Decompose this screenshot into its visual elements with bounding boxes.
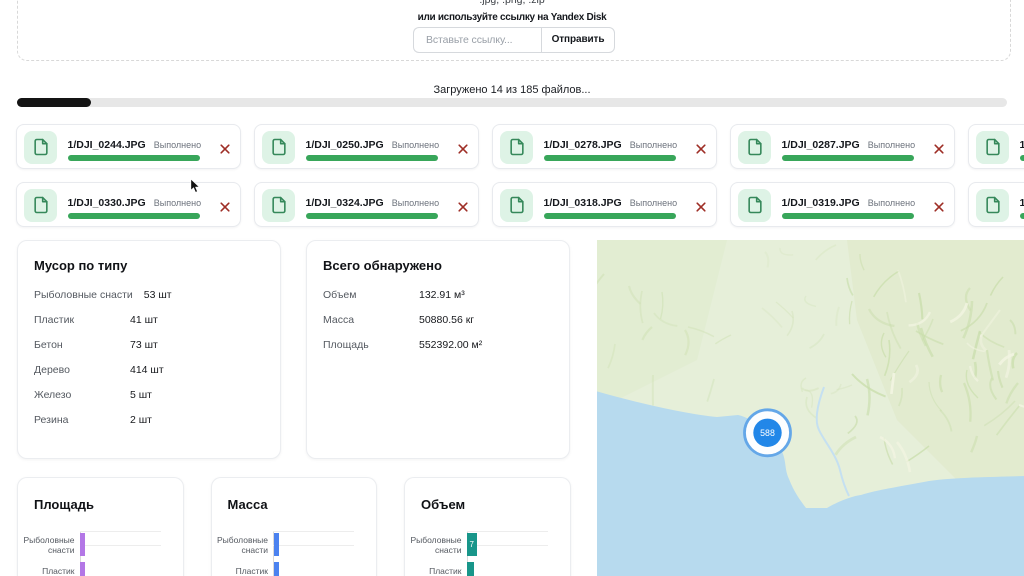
svg-text:588: 588 [760,427,775,437]
